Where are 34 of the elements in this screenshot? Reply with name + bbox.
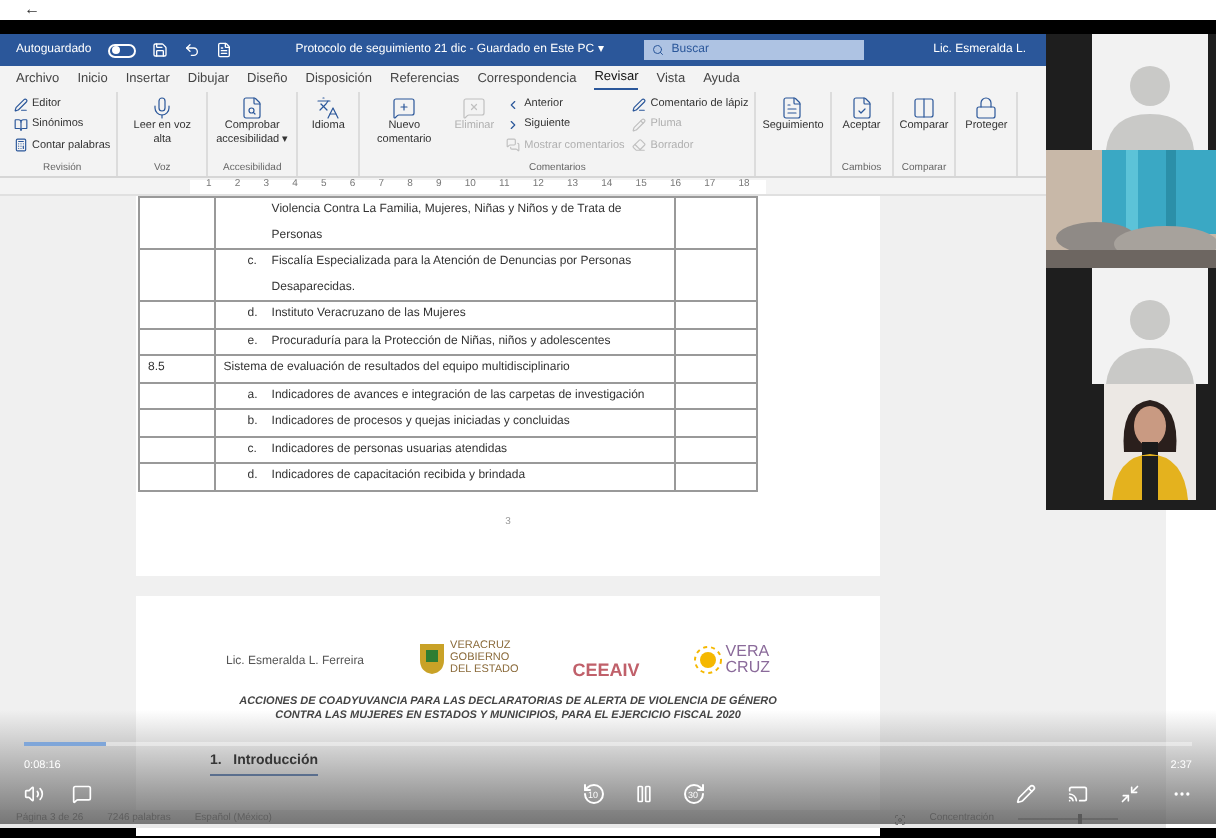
comments-icon xyxy=(506,138,521,153)
search-icon xyxy=(651,44,664,56)
shield-icon xyxy=(418,640,447,676)
eraser-icon xyxy=(632,138,647,153)
comment-icon xyxy=(392,96,417,120)
volume-icon[interactable] xyxy=(24,784,44,805)
document-accept-icon xyxy=(849,96,874,120)
sun-icon xyxy=(693,646,722,674)
pen-icon xyxy=(14,97,28,112)
pen-icon[interactable] xyxy=(1016,784,1036,805)
cast-icon[interactable] xyxy=(1068,784,1088,805)
counter-icon xyxy=(14,138,28,153)
logo-text: CRUZ xyxy=(725,660,770,676)
logo-text: VERA xyxy=(725,644,770,660)
logo-text: CEEAIV xyxy=(572,664,640,676)
pen-icon xyxy=(632,117,647,132)
language-icon xyxy=(316,96,341,120)
compare-icon xyxy=(912,96,936,120)
document-check-icon xyxy=(240,96,265,120)
save-icon[interactable] xyxy=(151,42,168,58)
pause-button[interactable] xyxy=(634,784,654,805)
book-icon xyxy=(14,117,28,132)
focus-icon[interactable] xyxy=(893,813,906,825)
document-icon[interactable] xyxy=(215,42,232,58)
document-icon xyxy=(780,96,805,120)
lock-document-icon xyxy=(974,96,999,120)
undo-icon[interactable] xyxy=(183,42,200,58)
comment-delete-icon xyxy=(462,96,487,120)
minimize-icon[interactable] xyxy=(1120,784,1140,805)
comment-previous-icon xyxy=(506,97,521,112)
back-button[interactable]: ← xyxy=(24,2,40,18)
autosave-toggle[interactable] xyxy=(107,43,136,57)
captions-icon[interactable] xyxy=(72,784,92,805)
comment-next-icon xyxy=(506,117,521,132)
